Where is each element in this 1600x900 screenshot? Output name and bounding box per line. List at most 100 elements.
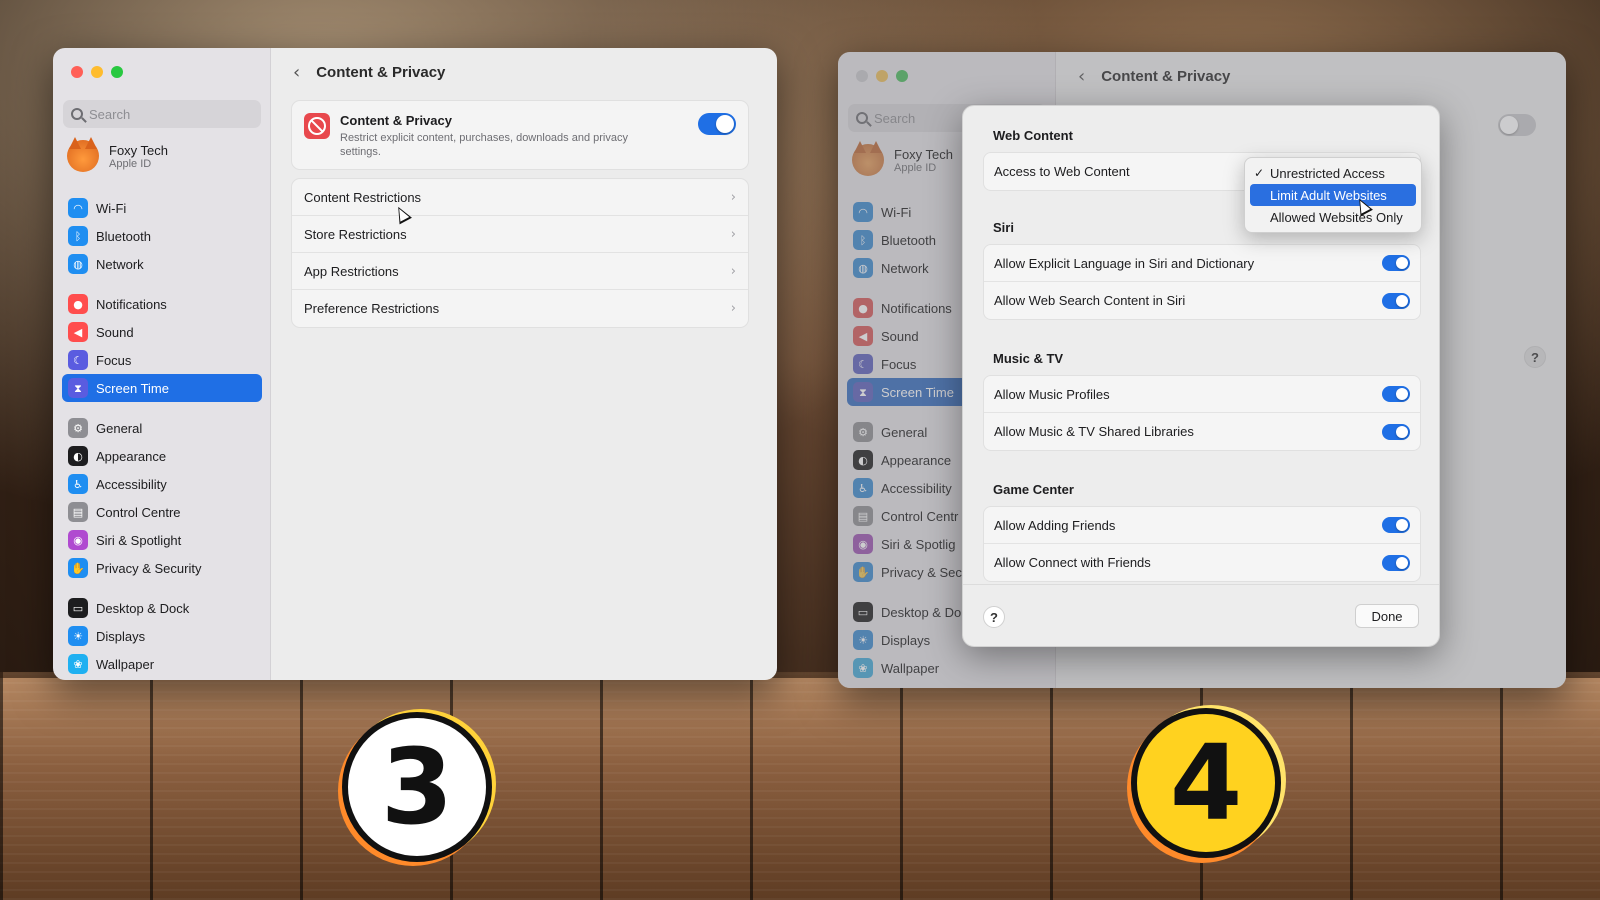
appearance-icon: ◐ xyxy=(68,446,88,466)
help-button[interactable]: ? xyxy=(983,606,1005,628)
siri-web-search-toggle[interactable] xyxy=(1382,292,1410,309)
traffic-lights xyxy=(71,66,123,78)
option-allowed-websites-only[interactable]: Allowed Websites Only xyxy=(1250,206,1416,228)
option-label: Limit Adult Websites xyxy=(1270,187,1387,203)
content-privacy-description: Restrict explicit content, purchases, do… xyxy=(340,132,628,158)
sidebar-nav: ◠ Wi-Fi ᛒ Bluetooth ◍ Network ● Notifications ◀ S… xyxy=(62,194,262,678)
game-center-group: Allow Adding Friends Allow Connect with … xyxy=(983,506,1421,582)
siri-explicit-row: Allow Explicit Language in Siri and Dict… xyxy=(984,245,1420,282)
titlebar: ‹ Content & Privacy xyxy=(293,62,445,83)
sidebar-item-label: Sound xyxy=(96,324,134,340)
sidebar-item-label: Desktop & Dock xyxy=(96,600,190,616)
sidebar-item-label: Accessibility xyxy=(96,476,167,492)
sidebar-item-displays[interactable]: ☀ Displays xyxy=(62,622,262,650)
web-content-dropdown-menu: ✓ Unrestricted Access Limit Adult Website… xyxy=(1244,157,1422,233)
row-label: Allow Explicit Language in Siri and Dict… xyxy=(994,255,1255,271)
user-name: Foxy Tech xyxy=(109,142,169,158)
siri-explicit-toggle[interactable] xyxy=(1382,255,1410,271)
sidebar-item-label: Displays xyxy=(96,628,146,644)
sidebar-item-label: Network xyxy=(96,256,144,272)
control-centre-icon: ▤ xyxy=(68,502,88,522)
row-app-restrictions[interactable]: App Restrictions › xyxy=(292,253,748,290)
sidebar-item-label: Appearance xyxy=(96,448,167,464)
search-icon xyxy=(71,108,83,120)
sidebar-item-label: Control Centre xyxy=(96,504,181,520)
shared-libraries-row: Allow Music & TV Shared Libraries xyxy=(984,413,1420,450)
sidebar-item-sound[interactable]: ◀ Sound xyxy=(62,318,262,346)
globe-icon: ◍ xyxy=(68,254,88,274)
sidebar-item-privacy-security[interactable]: ✋ Privacy & Security xyxy=(62,554,262,582)
wood-floor xyxy=(0,672,1600,900)
sidebar-item-label: Screen Time xyxy=(96,380,169,396)
apple-id-account[interactable]: Foxy Tech Apple ID xyxy=(67,137,169,172)
adding-friends-toggle[interactable] xyxy=(1382,517,1410,533)
adding-friends-row: Allow Adding Friends xyxy=(984,507,1420,544)
zoom-button[interactable] xyxy=(111,66,123,78)
row-label: Allow Music Profiles xyxy=(994,386,1110,402)
row-preference-restrictions[interactable]: Preference Restrictions › xyxy=(292,290,748,327)
sidebar-item-wi-fi[interactable]: ◠ Wi-Fi xyxy=(62,194,262,222)
chevron-right-icon: › xyxy=(730,301,736,316)
sidebar-item-label: Bluetooth xyxy=(96,228,151,244)
accessibility-icon: ♿ xyxy=(68,474,88,494)
option-label: Allowed Websites Only xyxy=(1270,209,1403,225)
row-label: Preference Restrictions xyxy=(304,301,440,316)
minimize-button[interactable] xyxy=(91,66,103,78)
sidebar-item-desktop-dock[interactable]: ▭ Desktop & Dock xyxy=(62,594,262,622)
content-privacy-card: Content & Privacy Restrict explicit cont… xyxy=(291,100,749,170)
checkmark-icon: ✓ xyxy=(1254,166,1265,180)
search-placeholder: Search xyxy=(89,106,131,122)
sidebar-item-bluetooth[interactable]: ᛒ Bluetooth xyxy=(62,222,262,250)
sidebar-item-label: Wallpaper xyxy=(96,656,155,672)
wifi-icon: ◠ xyxy=(68,198,88,218)
option-unrestricted-access[interactable]: ✓ Unrestricted Access xyxy=(1250,162,1416,184)
music-profiles-toggle[interactable] xyxy=(1382,386,1410,402)
page-title: Content & Privacy xyxy=(316,64,446,81)
sidebar-item-label: Notifications xyxy=(96,296,167,312)
sidebar-item-focus[interactable]: ☾ Focus xyxy=(62,346,262,374)
sidebar-item-general[interactable]: ⚙ General xyxy=(62,414,262,442)
sidebar-item-label: Wi-Fi xyxy=(96,200,127,216)
row-label: Content Restrictions xyxy=(304,189,422,205)
row-label: Allow Adding Friends xyxy=(994,517,1116,533)
done-button[interactable]: Done xyxy=(1355,604,1419,628)
shared-libraries-toggle[interactable] xyxy=(1382,423,1410,440)
music-tv-group: Allow Music Profiles Allow Music & TV Sh… xyxy=(983,375,1421,451)
sidebar-item-control-centre[interactable]: ▤ Control Centre xyxy=(62,498,262,526)
option-limit-adult-websites[interactable]: Limit Adult Websites xyxy=(1250,184,1416,206)
chevron-right-icon: › xyxy=(730,189,736,205)
siri-group: Allow Explicit Language in Siri and Dict… xyxy=(983,244,1421,320)
sidebar-item-appearance[interactable]: ◐ Appearance xyxy=(62,442,262,470)
chevron-right-icon: › xyxy=(730,263,736,279)
sidebar-item-screen-time[interactable]: ⧗ Screen Time xyxy=(62,374,262,402)
siri-web-search-row: Allow Web Search Content in Siri xyxy=(984,282,1420,319)
row-content-restrictions[interactable]: Content Restrictions › xyxy=(292,179,748,216)
sidebar-item-label: General xyxy=(96,420,143,436)
section-title-game-center: Game Center xyxy=(993,482,1074,497)
sidebar-item-siri-spotlight[interactable]: ◉ Siri & Spotlight xyxy=(62,526,262,554)
search-input[interactable]: Search xyxy=(63,100,261,128)
row-label: Allow Music & TV Shared Libraries xyxy=(994,424,1194,439)
sidebar-item-network[interactable]: ◍ Network xyxy=(62,250,262,278)
row-label: App Restrictions xyxy=(304,263,399,279)
main-pane: ‹ Content & Privacy Content & Privacy Re… xyxy=(271,48,777,680)
close-button[interactable] xyxy=(71,66,83,78)
sidebar-item-notifications[interactable]: ● Notifications xyxy=(62,290,262,318)
sun-icon: ☀ xyxy=(68,626,88,646)
hand-icon: ✋ xyxy=(68,558,88,578)
music-profiles-row: Allow Music Profiles xyxy=(984,376,1420,413)
sidebar-item-wallpaper[interactable]: ❀ Wallpaper xyxy=(62,650,262,678)
sidebar-item-label: Privacy & Security xyxy=(96,560,202,576)
back-chevron-icon[interactable]: ‹ xyxy=(293,62,300,83)
sidebar-item-accessibility[interactable]: ♿ Accessibility xyxy=(62,470,262,498)
row-store-restrictions[interactable]: Store Restrictions › xyxy=(292,216,748,253)
row-label: Allow Web Search Content in Siri xyxy=(994,293,1186,308)
chevron-right-icon: › xyxy=(730,226,736,242)
connect-friends-toggle[interactable] xyxy=(1382,554,1410,571)
row-label: Store Restrictions xyxy=(304,226,407,242)
content-privacy-toggle[interactable] xyxy=(698,113,736,135)
step-four-badge: 4 xyxy=(1131,708,1281,858)
restrictions-list: Content Restrictions › Store Restrictions… xyxy=(291,178,749,328)
